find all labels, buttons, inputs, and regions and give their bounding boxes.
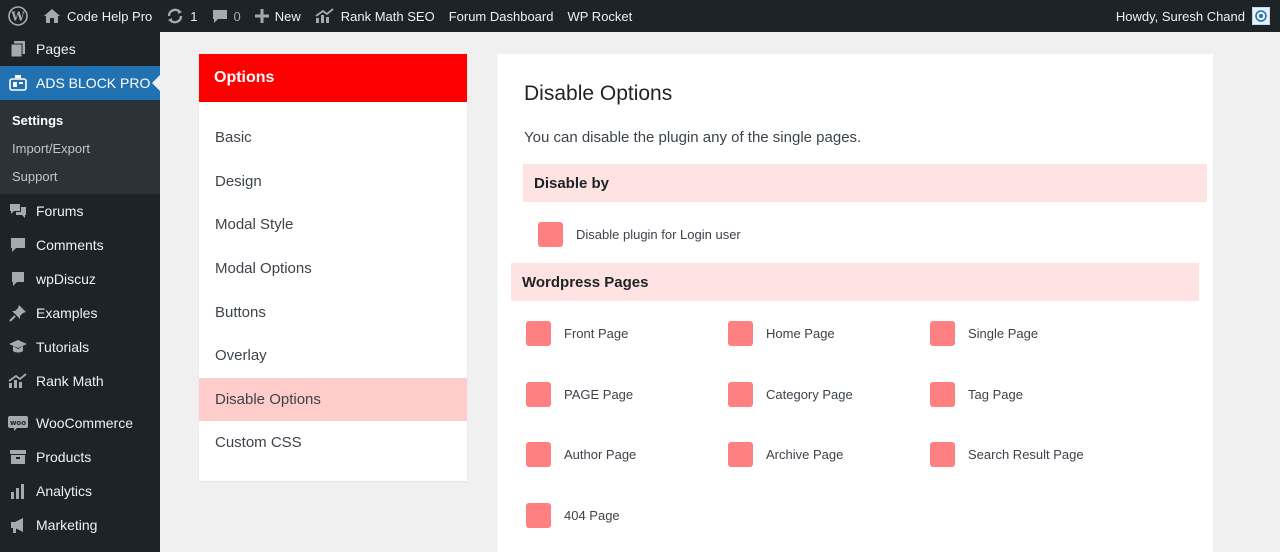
sidebar-item-wpdiscuz[interactable]: wpDiscuz [0, 262, 160, 296]
bar-chart-icon [8, 481, 28, 501]
ads-block-pro-submenu: Settings Import/Export Support [0, 100, 160, 194]
plus-icon [254, 9, 269, 23]
section-wordpress-pages: Wordpress Pages [511, 263, 1199, 301]
page-description: You can disable the plugin any of the si… [524, 129, 862, 146]
options-header: Options [199, 54, 467, 102]
login-user-checkbox[interactable] [538, 222, 563, 247]
archive-box-icon [8, 447, 28, 467]
front-page-option[interactable]: Front Page [526, 321, 628, 346]
option-buttons[interactable]: Buttons [199, 290, 467, 334]
home-page-option[interactable]: Home Page [728, 321, 835, 346]
ads-block-icon [8, 73, 28, 93]
section-disable-by: Disable by [523, 164, 1207, 202]
login-user-option[interactable]: Disable plugin for Login user [538, 222, 741, 247]
submenu-support[interactable]: Support [0, 162, 160, 190]
svg-text:woo: woo [10, 419, 26, 427]
sidebar-item-products[interactable]: Products [0, 440, 160, 474]
option-disable-options[interactable]: Disable Options [199, 377, 467, 422]
sidebar-item-rank-math[interactable]: Rank Math [0, 364, 160, 398]
rank-math-icon [315, 8, 335, 24]
home-icon [43, 8, 61, 24]
option-overlay[interactable]: Overlay [199, 334, 467, 378]
pages-icon [8, 39, 28, 59]
archive-page-checkbox[interactable] [728, 442, 753, 467]
option-custom-css[interactable]: Custom CSS [199, 421, 467, 465]
sidebar-item-examples[interactable]: Examples [0, 296, 160, 330]
category-page-checkbox[interactable] [728, 382, 753, 407]
megaphone-icon [8, 515, 28, 535]
avatar [1252, 7, 1270, 25]
404-page-checkbox[interactable] [526, 503, 551, 528]
tag-page-checkbox[interactable] [930, 382, 955, 407]
forum-dashboard-link[interactable]: Forum Dashboard [442, 0, 561, 32]
sidebar-item-marketing[interactable]: Marketing [0, 508, 160, 542]
search-result-page-option[interactable]: Search Result Page [930, 442, 1084, 467]
comment-bubble-icon [212, 8, 228, 24]
woocommerce-icon: woo [8, 413, 28, 433]
sidebar-item-pages[interactable]: Pages [0, 32, 160, 66]
submenu-settings[interactable]: Settings [0, 106, 160, 134]
options-nav: Basic Design Modal Style Modal Options B… [199, 102, 467, 465]
site-name-link[interactable]: Code Help Pro [36, 0, 159, 32]
updates-link[interactable]: 1 [159, 0, 204, 32]
admin-bar: W Code Help Pro 1 0 New Rank Math SEO Fo… [0, 0, 1280, 32]
svg-text:W: W [10, 10, 25, 24]
single-page-checkbox[interactable] [930, 321, 955, 346]
graduation-cap-icon [8, 337, 28, 357]
wpdiscuz-icon [8, 269, 28, 289]
my-account-link[interactable]: Howdy, Suresh Chand [1109, 0, 1280, 32]
new-content-link[interactable]: New [248, 0, 308, 32]
sidebar-item-forums[interactable]: Forums [0, 194, 160, 228]
sidebar-item-woocommerce[interactable]: woo WooCommerce [0, 406, 160, 440]
single-page-option[interactable]: Single Page [930, 321, 1038, 346]
page-page-option[interactable]: PAGE Page [526, 382, 633, 407]
menu-separator [0, 398, 160, 406]
sidebar-item-analytics[interactable]: Analytics [0, 474, 160, 508]
comments-icon [8, 235, 28, 255]
rank-math-icon [8, 371, 28, 391]
search-result-page-checkbox[interactable] [930, 442, 955, 467]
disable-options-panel: Disable Options You can disable the plug… [497, 54, 1213, 552]
rank-math-seo-link[interactable]: Rank Math SEO [308, 0, 442, 32]
wp-rocket-link[interactable]: WP Rocket [560, 0, 639, 32]
option-design[interactable]: Design [199, 160, 467, 204]
category-page-option[interactable]: Category Page [728, 382, 853, 407]
wordpress-logo-icon[interactable]: W [0, 0, 36, 32]
sidebar-item-comments[interactable]: Comments [0, 228, 160, 262]
page-title: Disable Options [524, 82, 673, 105]
pin-icon [8, 303, 28, 323]
author-page-option[interactable]: Author Page [526, 442, 636, 467]
home-page-checkbox[interactable] [728, 321, 753, 346]
comments-link[interactable]: 0 [205, 0, 248, 32]
tag-page-option[interactable]: Tag Page [930, 382, 1023, 407]
options-panel: Options Basic Design Modal Style Modal O… [199, 54, 467, 481]
sidebar-item-ads-block-pro[interactable]: ADS BLOCK PRO [0, 66, 160, 100]
front-page-checkbox[interactable] [526, 321, 551, 346]
forums-icon [8, 201, 28, 221]
option-basic[interactable]: Basic [199, 116, 467, 160]
option-modal-options[interactable]: Modal Options [199, 247, 467, 291]
author-page-checkbox[interactable] [526, 442, 551, 467]
404-page-option[interactable]: 404 Page [526, 503, 620, 528]
page-page-checkbox[interactable] [526, 382, 551, 407]
submenu-import-export[interactable]: Import/Export [0, 134, 160, 162]
archive-page-option[interactable]: Archive Page [728, 442, 843, 467]
admin-sidebar: Pages ADS BLOCK PRO Settings Import/Expo… [0, 32, 160, 552]
refresh-icon [166, 7, 184, 25]
sidebar-item-tutorials[interactable]: Tutorials [0, 330, 160, 364]
option-modal-style[interactable]: Modal Style [199, 203, 467, 247]
